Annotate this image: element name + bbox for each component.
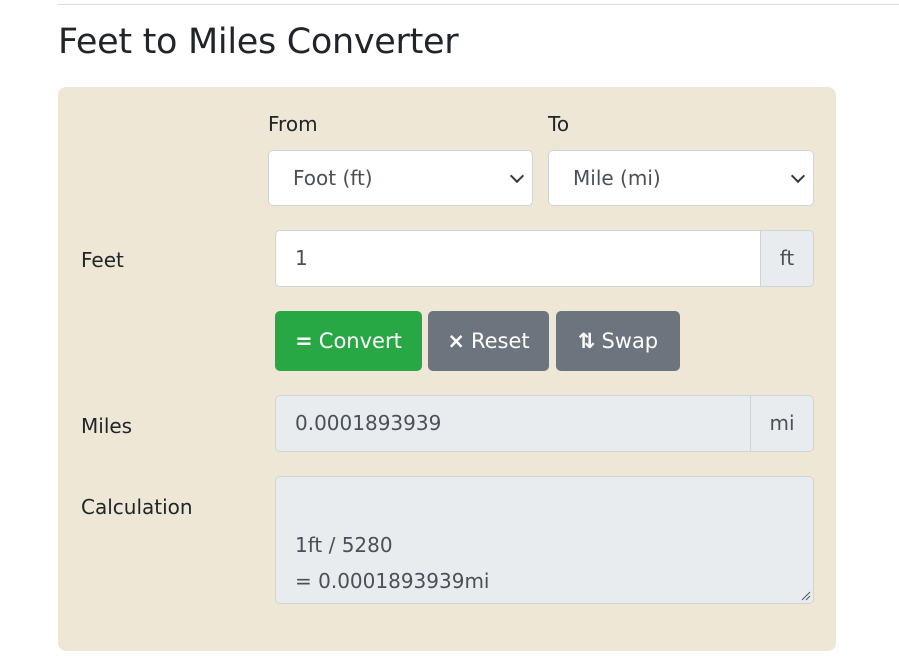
reset-button-label: Reset: [470, 329, 530, 353]
swap-button[interactable]: ⇅ Swap: [556, 311, 680, 371]
feet-label: Feet: [81, 248, 124, 272]
from-label: From: [268, 112, 318, 136]
from-unit-selected: Foot (ft): [293, 166, 373, 190]
miles-output[interactable]: 0.0001893939: [275, 395, 750, 452]
swap-button-label: Swap: [601, 329, 659, 353]
convert-button-label: Convert: [318, 329, 402, 353]
equals-icon: =: [295, 329, 313, 353]
from-unit-select[interactable]: Foot (ft): [268, 150, 533, 206]
close-icon: ×: [447, 329, 465, 353]
feet-input[interactable]: 1: [275, 230, 760, 287]
calculation-text: 1ft / 5280 = 0.0001893939mi: [295, 533, 490, 593]
feet-unit-addon: ft: [760, 230, 814, 287]
feet-input-group: 1 ft: [275, 230, 814, 287]
convert-button[interactable]: = Convert: [275, 311, 422, 371]
to-unit-select[interactable]: Mile (mi): [548, 150, 814, 206]
miles-unit-addon: mi: [750, 395, 814, 452]
calculation-textarea[interactable]: 1ft / 5280 = 0.0001893939mi: [275, 476, 814, 604]
calculation-label: Calculation: [81, 495, 193, 519]
chevron-down-icon: [790, 168, 806, 184]
resize-handle-icon[interactable]: [801, 591, 811, 601]
miles-output-group: 0.0001893939 mi: [275, 395, 814, 452]
to-label: To: [548, 112, 570, 136]
page-title: Feet to Miles Converter: [58, 22, 459, 62]
top-divider: [58, 4, 899, 5]
reset-button[interactable]: × Reset: [428, 311, 549, 371]
chevron-down-icon: [509, 168, 525, 184]
swap-arrows-icon: ⇅: [577, 329, 596, 353]
to-unit-selected: Mile (mi): [573, 166, 661, 190]
miles-label: Miles: [81, 414, 133, 438]
